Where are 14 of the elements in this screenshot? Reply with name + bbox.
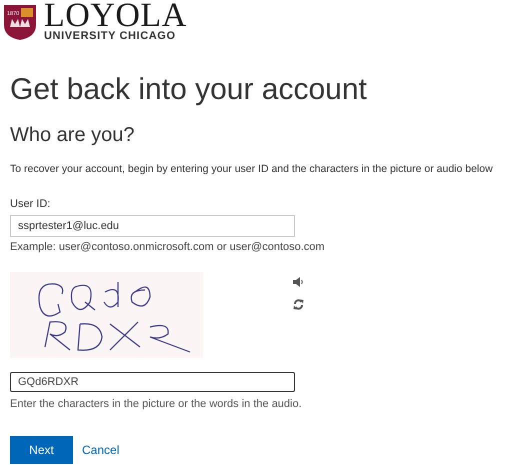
user-id-label: User ID:: [10, 196, 50, 212]
captcha-answer-field[interactable]: GQd6RDXR: [10, 372, 295, 392]
captcha-hint: Enter the characters in the picture or the words in the audio.: [10, 396, 302, 412]
refresh-icon[interactable]: [293, 298, 304, 310]
next-button[interactable]: Next: [10, 436, 73, 464]
intro-text: To recover your account, begin by entering your user ID and the characters in the picture or audio below: [10, 162, 494, 177]
logo-wordmark: LOYOLA: [44, 2, 187, 30]
logo-subtitle: UNIVERSITY CHICAGO: [44, 31, 177, 42]
speaker-icon[interactable]: [293, 276, 304, 287]
page-title: Get back into your account: [10, 72, 368, 108]
cancel-link[interactable]: Cancel: [80, 441, 122, 460]
user-id-field[interactable]: ssprtester1@luc.edu: [10, 215, 295, 238]
page-subtitle: Who are you?: [10, 123, 136, 148]
user-id-hint: Example: user@contoso.onmicrosoft.com or user@contoso.com: [10, 240, 325, 256]
